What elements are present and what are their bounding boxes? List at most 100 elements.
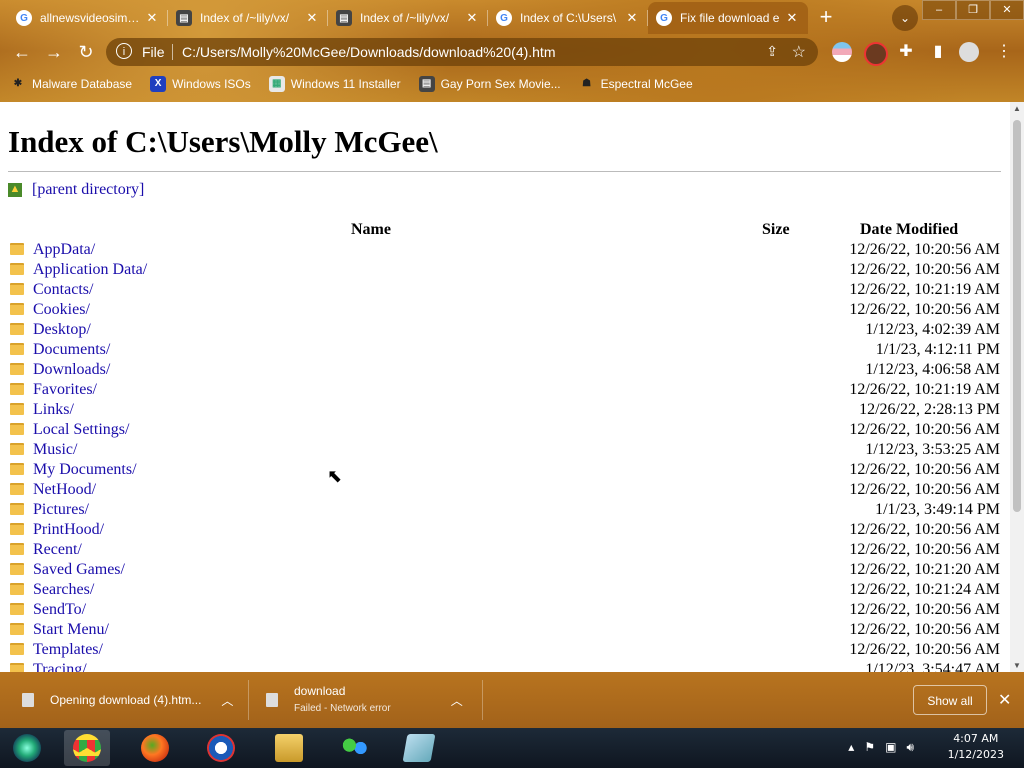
file-name-link[interactable]: Start Menu/: [33, 621, 109, 639]
profile-avatar-extension-icon[interactable]: [864, 42, 888, 66]
taskbar-firefox[interactable]: [132, 730, 178, 766]
taskbar-notepad[interactable]: [396, 730, 442, 766]
file-list-row[interactable]: Pictures/1/1/23, 3:49:14 PM: [0, 500, 1000, 520]
file-name-link[interactable]: Recent/: [33, 541, 82, 559]
flag-icon[interactable]: ⚑: [864, 740, 875, 755]
tab-4[interactable]: G Index of C:\Users\ ✕: [488, 2, 648, 34]
file-name-link[interactable]: Contacts/: [33, 281, 93, 299]
close-tab-icon[interactable]: ✕: [464, 10, 480, 26]
chevron-up-icon[interactable]: ︿: [451, 692, 463, 709]
bookmark-star-icon[interactable]: ☆: [792, 42, 806, 62]
file-name-link[interactable]: Links/: [33, 401, 74, 419]
minimize-button[interactable]: –: [922, 0, 956, 20]
column-header-size[interactable]: Size: [762, 221, 790, 239]
close-tab-icon[interactable]: ✕: [624, 10, 640, 26]
file-name-link[interactable]: Application Data/: [33, 261, 147, 279]
file-name-link[interactable]: Cookies/: [33, 301, 90, 319]
file-list-row[interactable]: Desktop/1/12/23, 4:02:39 AM: [0, 320, 1000, 340]
restore-button[interactable]: ❐: [956, 0, 990, 20]
download-item-failed[interactable]: download Failed - Network error ︿: [266, 682, 463, 718]
file-name-link[interactable]: My Documents/: [33, 461, 137, 479]
taskbar-chrome[interactable]: [64, 730, 110, 766]
close-download-bar-icon[interactable]: ✕: [998, 690, 1011, 710]
file-list-row[interactable]: My Documents/12/26/22, 10:20:56 AM: [0, 460, 1000, 480]
file-list-row[interactable]: SendTo/12/26/22, 10:20:56 AM: [0, 600, 1000, 620]
taskbar-windows-live[interactable]: [332, 730, 378, 766]
tab-search-button[interactable]: ⌄: [892, 5, 918, 31]
tab-1[interactable]: G allnewsvideosimage ✕: [8, 2, 168, 34]
volume-icon[interactable]: 🔊︎: [906, 740, 914, 755]
taskbar-file-explorer[interactable]: [266, 730, 312, 766]
taskbar-internet-explorer[interactable]: [198, 730, 244, 766]
file-name-link[interactable]: Saved Games/: [33, 561, 125, 579]
scroll-down-icon[interactable]: ▼: [1010, 661, 1024, 670]
network-icon[interactable]: ▣: [885, 740, 896, 755]
vertical-scrollbar[interactable]: ▲ ▼: [1010, 102, 1024, 672]
file-name-link[interactable]: Music/: [33, 441, 77, 459]
file-list-row[interactable]: Favorites/12/26/22, 10:21:19 AM: [0, 380, 1000, 400]
file-list-row[interactable]: NetHood/12/26/22, 10:20:56 AM: [0, 480, 1000, 500]
show-all-button[interactable]: Show all: [913, 685, 987, 715]
menu-kebab-icon[interactable]: ⋮: [994, 42, 1014, 62]
file-name-link[interactable]: Templates/: [33, 641, 103, 659]
column-header-date[interactable]: Date Modified: [860, 221, 958, 239]
share-icon[interactable]: ⇪: [766, 43, 778, 60]
file-list-row[interactable]: Links/12/26/22, 2:28:13 PM: [0, 400, 1000, 420]
start-button[interactable]: [4, 730, 50, 766]
file-name-link[interactable]: PrintHood/: [33, 521, 104, 539]
file-name-link[interactable]: Tracing/: [33, 661, 87, 672]
file-list-row[interactable]: PrintHood/12/26/22, 10:20:56 AM: [0, 520, 1000, 540]
tab-2[interactable]: ▤ Index of /~lily/vx/ ✕: [168, 2, 328, 34]
close-tab-icon[interactable]: ✕: [144, 10, 160, 26]
address-url[interactable]: C:/Users/Molly%20McGee/Downloads/downloa…: [182, 44, 556, 60]
bookmark-windows-11-installer[interactable]: ▦ Windows 11 Installer: [268, 76, 401, 92]
bookmark-gay-porn-sex-movie[interactable]: ▤ Gay Porn Sex Movie...: [418, 76, 561, 92]
file-name-link[interactable]: Local Settings/: [33, 421, 129, 439]
close-tab-icon[interactable]: ✕: [784, 10, 800, 26]
info-icon[interactable]: i: [116, 43, 132, 59]
back-button[interactable]: ←: [10, 40, 34, 64]
tab-3[interactable]: ▤ Index of /~lily/vx/ ✕: [328, 2, 488, 34]
file-list-row[interactable]: Cookies/12/26/22, 10:20:56 AM: [0, 300, 1000, 320]
file-list-row[interactable]: Local Settings/12/26/22, 10:20:56 AM: [0, 420, 1000, 440]
file-name-link[interactable]: Desktop/: [33, 321, 91, 339]
file-list-row[interactable]: Documents/1/1/23, 4:12:11 PM: [0, 340, 1000, 360]
side-panel-icon[interactable]: ▮: [928, 42, 948, 62]
parent-directory-row[interactable]: ▲ [parent directory]: [8, 181, 144, 199]
scrollbar-thumb[interactable]: [1013, 120, 1021, 512]
bookmark-windows-isos[interactable]: X Windows ISOs: [150, 76, 251, 92]
parent-directory-link[interactable]: [parent directory]: [32, 181, 144, 199]
file-name-link[interactable]: Favorites/: [33, 381, 97, 399]
close-window-button[interactable]: ✕: [990, 0, 1024, 20]
bookmark-espectral-mcgee[interactable]: ☗ Espectral McGee: [579, 76, 693, 92]
file-name-link[interactable]: Downloads/: [33, 361, 110, 379]
download-item-opening[interactable]: Opening download (4).htm... ︿: [22, 682, 233, 718]
chevron-up-icon[interactable]: ︿: [221, 692, 233, 709]
file-name-link[interactable]: NetHood/: [33, 481, 96, 499]
file-list-row[interactable]: Templates/12/26/22, 10:20:56 AM: [0, 640, 1000, 660]
show-hidden-icons-icon[interactable]: ▴: [848, 740, 854, 755]
file-list-row[interactable]: Contacts/12/26/22, 10:21:19 AM: [0, 280, 1000, 300]
scroll-up-icon[interactable]: ▲: [1010, 104, 1024, 113]
forward-button[interactable]: →: [42, 40, 66, 64]
file-name-link[interactable]: SendTo/: [33, 601, 86, 619]
file-list-row[interactable]: Application Data/12/26/22, 10:20:56 AM: [0, 260, 1000, 280]
file-list-row[interactable]: Music/1/12/23, 3:53:25 AM: [0, 440, 1000, 460]
file-name-link[interactable]: Pictures/: [33, 501, 89, 519]
file-name-link[interactable]: Searches/: [33, 581, 94, 599]
close-tab-icon[interactable]: ✕: [304, 10, 320, 26]
profile-icon[interactable]: [959, 42, 979, 62]
file-list-row[interactable]: AppData/12/26/22, 10:20:56 AM: [0, 240, 1000, 260]
address-bar[interactable]: i File C:/Users/Molly%20McGee/Downloads/…: [106, 38, 818, 66]
extensions-puzzle-icon[interactable]: ✚: [896, 42, 916, 62]
reload-button[interactable]: ↻: [74, 40, 98, 64]
file-name-link[interactable]: Documents/: [33, 341, 110, 359]
file-list-row[interactable]: Recent/12/26/22, 10:20:56 AM: [0, 540, 1000, 560]
tab-5-active[interactable]: G Fix file download e ✕: [648, 2, 808, 34]
file-list-row[interactable]: Searches/12/26/22, 10:21:24 AM: [0, 580, 1000, 600]
file-list-row[interactable]: Start Menu/12/26/22, 10:20:56 AM: [0, 620, 1000, 640]
file-list-row[interactable]: Tracing/1/12/23, 3:54:47 AM: [0, 660, 1000, 672]
file-list-row[interactable]: Saved Games/12/26/22, 10:21:20 AM: [0, 560, 1000, 580]
file-name-link[interactable]: AppData/: [33, 241, 95, 259]
column-header-name[interactable]: Name: [351, 221, 391, 239]
